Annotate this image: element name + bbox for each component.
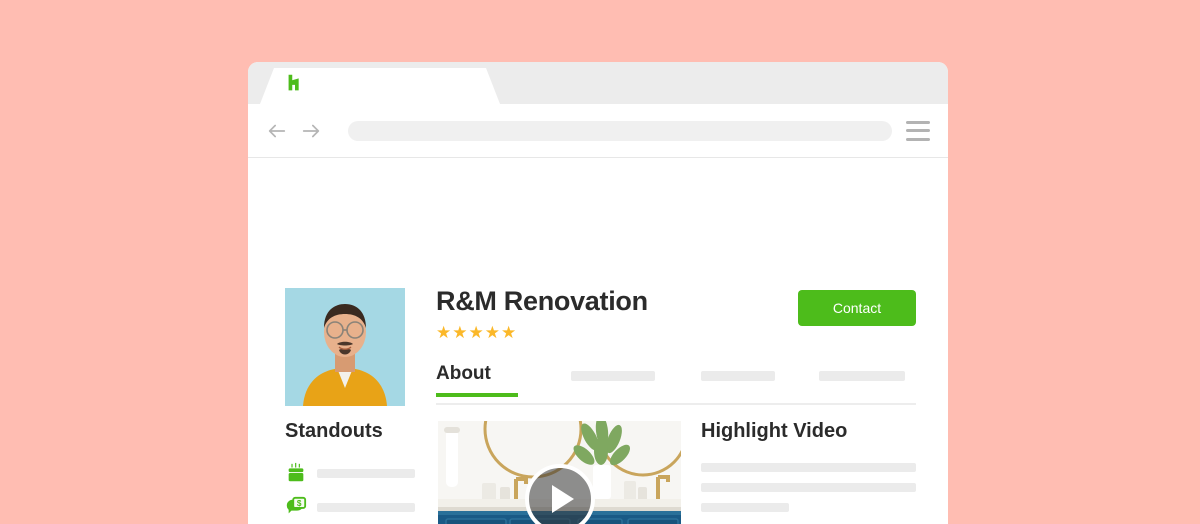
standouts-title: Standouts xyxy=(285,420,383,442)
highlight-video-title: Highlight Video xyxy=(701,420,848,442)
profile-page: R&M Renovation ★★★★★ Contact About Stand… xyxy=(248,158,948,524)
standout-text-placeholder xyxy=(317,502,415,512)
standouts-section: Standouts $ xyxy=(285,420,415,524)
price-quote-icon: $ xyxy=(285,496,307,518)
highlight-video-thumbnail[interactable] xyxy=(438,421,681,524)
back-arrow-icon[interactable] xyxy=(262,116,292,146)
tab-placeholder-2[interactable] xyxy=(700,371,775,381)
highlight-line-3 xyxy=(701,503,789,512)
rating-stars: ★★★★★ xyxy=(436,323,518,342)
browser-window: R&M Renovation ★★★★★ Contact About Stand… xyxy=(248,62,948,524)
cake-icon xyxy=(285,462,307,484)
tab-placeholder-3[interactable] xyxy=(818,371,905,381)
avatar xyxy=(285,288,405,406)
browser-toolbar xyxy=(248,104,948,158)
houzz-logo-icon xyxy=(284,72,306,94)
forward-arrow-icon[interactable] xyxy=(296,116,326,146)
browser-tabstrip xyxy=(248,62,948,104)
page-title: R&M Renovation xyxy=(436,286,648,316)
tab-placeholder-1[interactable] xyxy=(570,371,655,381)
highlight-line-2 xyxy=(701,483,916,492)
tab-about[interactable]: About xyxy=(436,363,518,397)
standout-item: $ xyxy=(285,495,415,519)
menu-icon[interactable] xyxy=(906,120,930,141)
svg-text:$: $ xyxy=(297,499,302,508)
profile-tabs: About xyxy=(436,363,916,405)
highlight-video-section: Highlight Video xyxy=(701,420,916,523)
standout-item xyxy=(285,461,415,485)
contact-button[interactable]: Contact xyxy=(798,290,916,326)
url-input[interactable] xyxy=(348,120,892,141)
standout-text-placeholder xyxy=(317,468,415,478)
play-icon[interactable] xyxy=(524,463,595,524)
highlight-line-1 xyxy=(701,463,916,472)
